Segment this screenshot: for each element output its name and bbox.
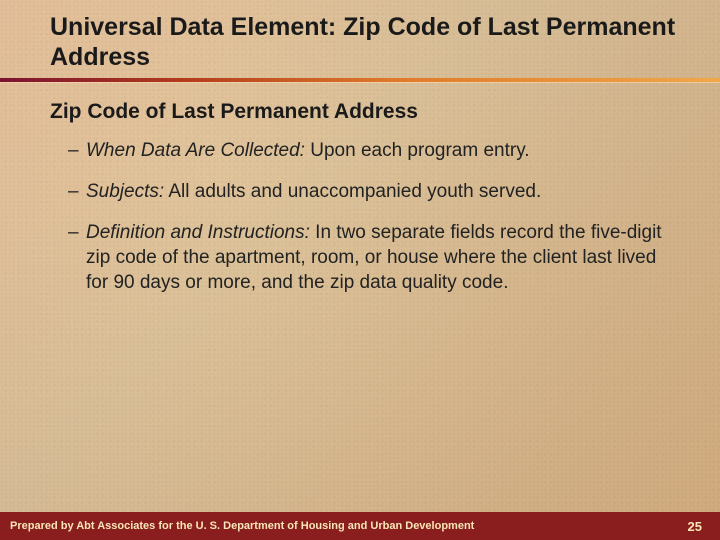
slide: Universal Data Element: Zip Code of Last… — [0, 0, 720, 540]
divider-rule — [0, 78, 720, 82]
bullet-list: When Data Are Collected: Upon each progr… — [50, 138, 670, 295]
footer-bar: Prepared by Abt Associates for the U. S.… — [0, 512, 720, 540]
bullet-label: Definition and Instructions: — [86, 222, 310, 243]
footer-credit: Prepared by Abt Associates for the U. S.… — [10, 520, 474, 532]
slide-title: Universal Data Element: Zip Code of Last… — [50, 12, 680, 72]
bullet-label: When Data Are Collected: — [86, 140, 305, 161]
slide-body: Zip Code of Last Permanent Address When … — [50, 100, 670, 311]
bullet-text: Upon each program entry. — [305, 140, 530, 161]
section-subhead: Zip Code of Last Permanent Address — [50, 100, 670, 124]
bullet-label: Subjects: — [86, 181, 164, 202]
page-number: 25 — [688, 519, 702, 534]
bullet-item: Definition and Instructions: In two sepa… — [68, 220, 670, 295]
bullet-text: All adults and unaccompanied youth serve… — [164, 181, 541, 202]
bullet-item: When Data Are Collected: Upon each progr… — [68, 138, 670, 163]
bullet-item: Subjects: All adults and unaccompanied y… — [68, 179, 670, 204]
